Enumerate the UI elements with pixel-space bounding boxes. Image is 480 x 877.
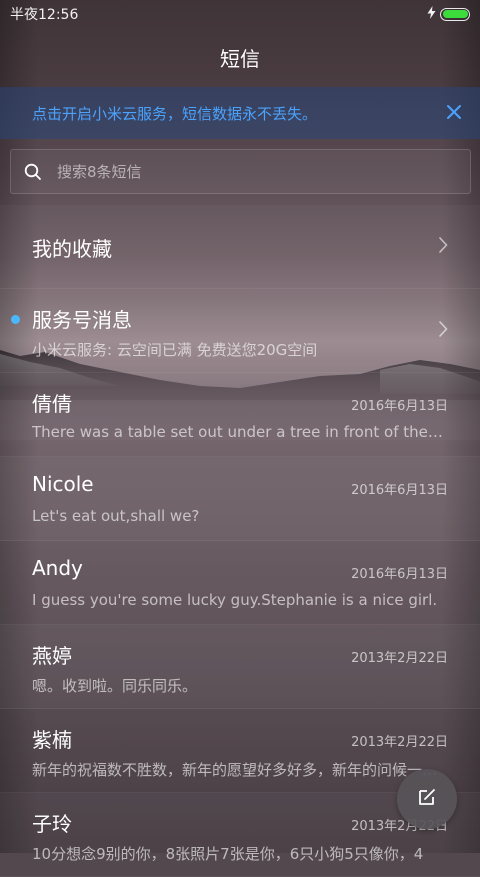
message-date: 2016年6月13日 — [351, 399, 448, 414]
favorites-title: 我的收藏 — [32, 237, 112, 261]
service-title: 服务号消息 — [32, 308, 132, 332]
bolt-icon — [427, 6, 436, 22]
status-time: 半夜12:56 — [10, 7, 79, 23]
message-date: 2013年2月22日 — [351, 735, 448, 750]
message-date: 2016年6月13日 — [351, 567, 448, 582]
banner-text[interactable]: 点击开启小米云服务，短信数据永不丢失。 — [32, 103, 317, 124]
service-preview: 小米云服务: 云空间已满 免费送您20G空间 — [32, 341, 318, 359]
contact-name: Nicole — [32, 472, 94, 496]
message-preview: There was a table set out under a tree i… — [32, 423, 444, 441]
conversation-item[interactable]: 倩倩 2016年6月13日 There was a table set out … — [0, 373, 480, 457]
chevron-right-icon — [436, 235, 450, 255]
close-icon[interactable] — [442, 100, 466, 124]
search-input[interactable] — [55, 161, 470, 182]
message-preview: Let's eat out,shall we? — [32, 507, 200, 525]
unread-dot-icon — [11, 315, 20, 324]
message-preview: 嗯。收到啦。同乐同乐。 — [32, 677, 198, 695]
search-icon — [23, 162, 43, 182]
battery-level — [442, 10, 468, 18]
chevron-right-icon — [436, 319, 450, 339]
search-bar[interactable] — [10, 149, 471, 194]
compose-icon — [417, 787, 437, 811]
status-icons — [427, 6, 470, 22]
page-title: 短信 — [220, 46, 260, 71]
cloud-service-banner[interactable]: 点击开启小米云服务，短信数据永不丢失。 — [0, 87, 480, 139]
message-date: 2013年2月22日 — [351, 651, 448, 666]
contact-name: 燕婷 — [32, 644, 72, 668]
conversation-item[interactable]: Andy 2016年6月13日 I guess you're some luck… — [0, 541, 480, 625]
conversation-item[interactable]: 燕婷 2013年2月22日 嗯。收到啦。同乐同乐。 — [0, 625, 480, 709]
service-messages-item[interactable]: 服务号消息 小米云服务: 云空间已满 免费送您20G空间 — [0, 289, 480, 373]
message-date: 2016年6月13日 — [351, 483, 448, 498]
message-preview: 新年的祝福数不胜数，新年的愿望好多好多，新年的问候一条一条 — [32, 761, 444, 779]
compose-button[interactable] — [397, 769, 457, 829]
contact-name: 紫楠 — [32, 728, 72, 752]
message-preview: 10分想念9别的你，8张照片7张是你，6只小狗5只像你，4 — [32, 845, 424, 863]
message-preview: I guess you're some lucky guy.Stephanie … — [32, 591, 438, 609]
contact-name: Andy — [32, 556, 83, 580]
contact-name: 倩倩 — [32, 392, 72, 416]
favorites-item[interactable]: 我的收藏 — [0, 205, 480, 289]
battery-icon — [440, 7, 470, 21]
conversation-item[interactable]: Nicole 2016年6月13日 Let's eat out,shall we… — [0, 457, 480, 541]
status-bar: 半夜12:56 — [0, 0, 480, 28]
contact-name: 子玲 — [32, 812, 72, 836]
